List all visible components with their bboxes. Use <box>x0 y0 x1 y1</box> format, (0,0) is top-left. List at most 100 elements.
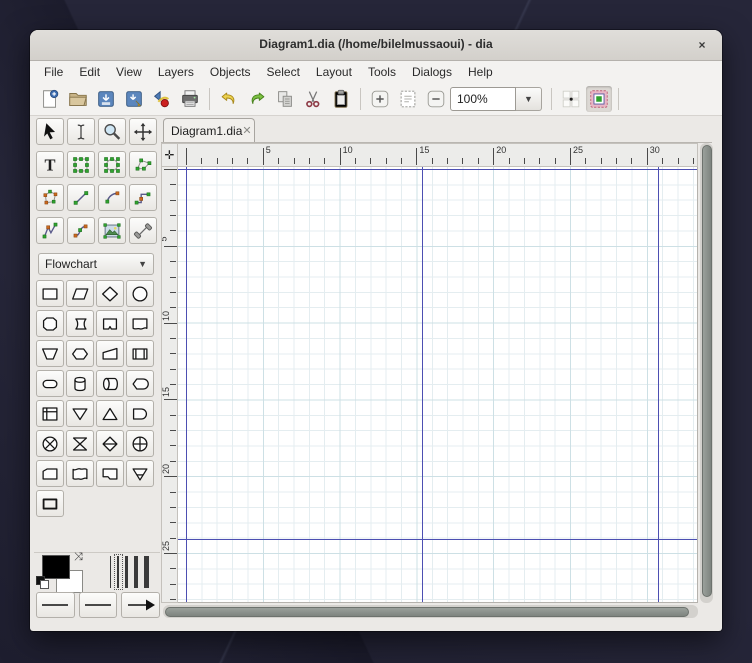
cut-button[interactable] <box>300 86 326 112</box>
menu-layers[interactable]: Layers <box>150 62 202 82</box>
paste-button[interactable] <box>328 86 354 112</box>
shape-sort-button[interactable] <box>96 430 124 457</box>
shape-preparation-hexagon-button[interactable] <box>66 340 94 367</box>
zigzagline-tool-button[interactable] <box>129 184 157 211</box>
shape-data-box-button[interactable] <box>36 490 64 517</box>
shape-offline-storage-button[interactable] <box>126 460 154 487</box>
shape-summing-junction-button[interactable] <box>36 430 64 457</box>
line-width-selector[interactable] <box>108 554 149 590</box>
menu-edit[interactable]: Edit <box>71 62 108 82</box>
menu-select[interactable]: Select <box>259 62 308 82</box>
undo-button[interactable] <box>216 86 242 112</box>
fc-card-icon <box>39 463 61 485</box>
zoom-level-entry[interactable] <box>450 87 516 111</box>
snap-to-objects-toggle[interactable] <box>586 86 612 112</box>
menu-layout[interactable]: Layout <box>308 62 360 82</box>
shape-terminal-button[interactable] <box>36 370 64 397</box>
line-tool-button[interactable] <box>67 184 95 211</box>
ruler-origin-button[interactable]: ✛ <box>161 143 178 167</box>
outline-tool-button[interactable] <box>129 217 157 244</box>
color-selector[interactable]: ⤨ <box>34 552 106 593</box>
default-colors-icon[interactable] <box>36 576 49 589</box>
save-button[interactable] <box>93 86 119 112</box>
new-diagram-button[interactable] <box>37 86 63 112</box>
text-edit-tool-button[interactable] <box>67 118 95 145</box>
export-button[interactable] <box>149 86 175 112</box>
save-as-button[interactable] <box>121 86 147 112</box>
shape-manual-input-button[interactable] <box>96 340 124 367</box>
print-button[interactable] <box>177 86 203 112</box>
vertical-scrollbar[interactable] <box>700 143 713 603</box>
shape-document-button[interactable] <box>126 310 154 337</box>
menu-help[interactable]: Help <box>460 62 501 82</box>
zoom-fit-button[interactable] <box>395 86 421 112</box>
text-tool-button[interactable]: T <box>36 151 64 178</box>
magnify-tool-button[interactable] <box>98 118 126 145</box>
line-width-option-5[interactable] <box>144 556 149 588</box>
fc-diamond-icon <box>99 283 121 305</box>
line-width-option-1[interactable] <box>110 556 111 588</box>
menu-view[interactable]: View <box>108 62 150 82</box>
menu-tools[interactable]: Tools <box>360 62 404 82</box>
shape-punched-tape-button[interactable] <box>66 460 94 487</box>
horizontal-scrollbar-thumb[interactable] <box>165 606 689 617</box>
arc-tool-button[interactable] <box>98 184 126 211</box>
shape-off-page-connector-button[interactable] <box>96 310 124 337</box>
shape-display-button[interactable] <box>126 370 154 397</box>
show-grid-toggle[interactable] <box>558 86 584 112</box>
shape-internal-storage-button[interactable] <box>36 400 64 427</box>
tab-diagram1[interactable]: Diagram1.dia ✕ <box>163 118 255 142</box>
menu-file[interactable]: File <box>36 62 71 82</box>
shape-magnetic-disk-button[interactable] <box>96 370 124 397</box>
shape-delay-button[interactable] <box>126 400 154 427</box>
line-width-option-3[interactable] <box>125 556 128 588</box>
scroll-tool-button[interactable] <box>129 118 157 145</box>
shape-direct-data-button[interactable] <box>66 310 94 337</box>
shape-process-box-button[interactable] <box>36 280 64 307</box>
zoom-in-button[interactable] <box>367 86 393 112</box>
shape-magnetic-drum-button[interactable] <box>66 370 94 397</box>
vertical-scrollbar-thumb[interactable] <box>701 145 712 597</box>
shape-connection-circle-button[interactable] <box>126 280 154 307</box>
duplicate-button[interactable] <box>272 86 298 112</box>
polygon-tool-button[interactable] <box>129 151 157 178</box>
shape-or-button[interactable] <box>126 430 154 457</box>
line-start-style-button[interactable] <box>36 592 75 618</box>
swap-colors-icon[interactable]: ⤨ <box>74 552 88 564</box>
fc-box-icon <box>39 283 61 305</box>
ellipse-tool-button[interactable] <box>98 151 126 178</box>
horizontal-scrollbar[interactable] <box>163 605 698 618</box>
tab-close-icon[interactable]: ✕ <box>242 124 251 137</box>
bezierline-tool-button[interactable] <box>67 217 95 244</box>
line-width-option-4[interactable] <box>134 556 138 588</box>
shape-card-button[interactable] <box>36 460 64 487</box>
redo-button[interactable] <box>244 86 270 112</box>
shape-decision-diamond-button[interactable] <box>96 280 124 307</box>
v-ruler-label: 5 <box>162 236 169 241</box>
zoom-dropdown-button[interactable]: ▼ <box>516 87 542 111</box>
beziergon-tool-button[interactable] <box>36 184 64 211</box>
menu-objects[interactable]: Objects <box>202 62 259 82</box>
shape-manual-operation-button[interactable] <box>36 340 64 367</box>
window-close-button[interactable]: × <box>694 37 710 53</box>
open-diagram-button[interactable] <box>65 86 91 112</box>
shape-extract-triangle-button[interactable] <box>96 400 124 427</box>
shape-parallelogram-button[interactable] <box>66 280 94 307</box>
polyline-tool-button[interactable] <box>36 217 64 244</box>
shape-predefined-process-button[interactable] <box>126 340 154 367</box>
menu-dialogs[interactable]: Dialogs <box>404 62 460 82</box>
box-tool-button[interactable] <box>67 151 95 178</box>
diagram-canvas[interactable] <box>178 167 698 603</box>
h-ruler-tick <box>354 158 356 164</box>
titlebar[interactable]: Diagram1.dia (/home/bilelmussaoui) - dia… <box>30 30 722 61</box>
image-tool-button[interactable] <box>98 217 126 244</box>
shape-merge-triangle-button[interactable] <box>66 400 94 427</box>
line-end-style-button[interactable] <box>121 592 161 618</box>
shape-rounded-octagon-button[interactable] <box>36 310 64 337</box>
shape-transmittal-tape-button[interactable] <box>96 460 124 487</box>
sheet-selector[interactable]: Flowchart ▼ <box>38 253 154 275</box>
shape-collate-button[interactable] <box>66 430 94 457</box>
line-style-button[interactable] <box>78 592 118 618</box>
zoom-out-button[interactable] <box>423 86 449 112</box>
modify-tool-button[interactable] <box>36 118 64 145</box>
